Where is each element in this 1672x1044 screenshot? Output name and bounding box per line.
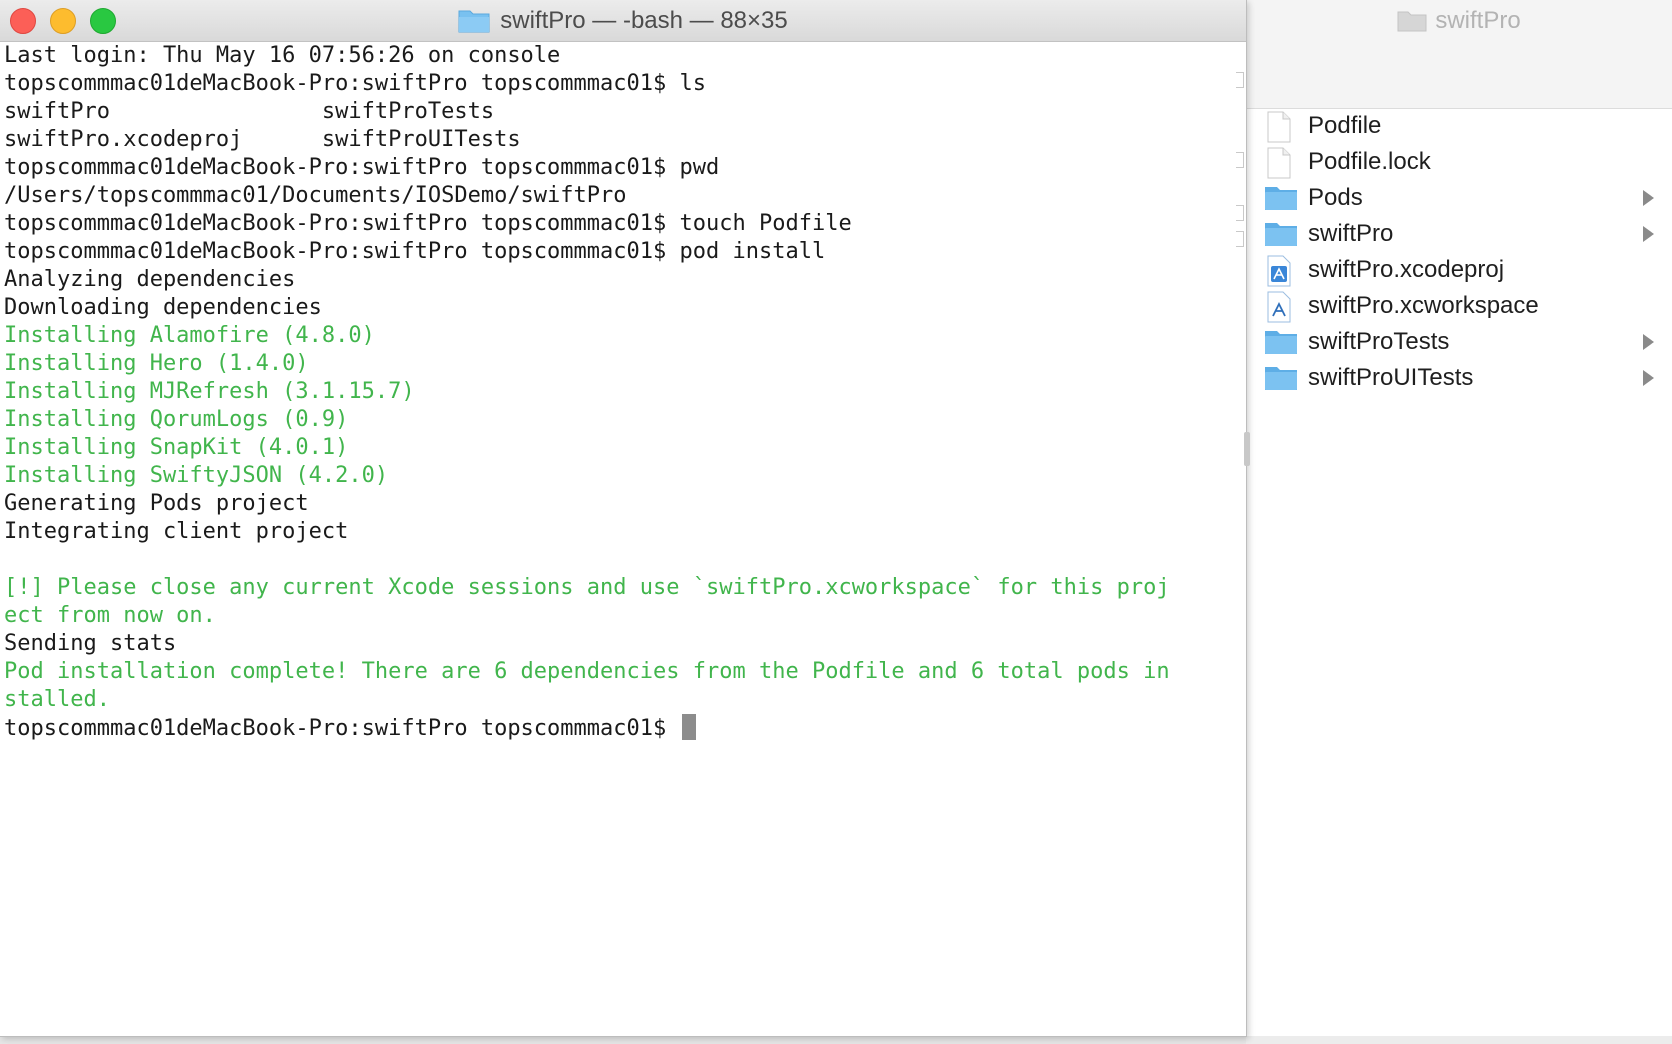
text-cursor: [681, 714, 696, 740]
finder-item[interactable]: swiftPro: [1246, 216, 1672, 252]
finder-item[interactable]: swiftProTests: [1246, 324, 1672, 360]
terminal-prompt: topscommmac01deMacBook-Pro:swiftPro tops…: [4, 716, 680, 741]
document-icon: [1264, 111, 1298, 143]
disclosure-triangle-icon[interactable]: [1643, 334, 1654, 350]
folder-icon: [458, 7, 490, 42]
terminal-marks: [1236, 42, 1246, 1022]
finder-item-name: Pods: [1308, 184, 1363, 211]
finder-item-name: swiftPro.xcworkspace: [1308, 292, 1539, 319]
terminal-line: Installing Hero (1.4.0): [4, 351, 309, 376]
terminal-line: Installing Alamofire (4.8.0): [4, 323, 375, 348]
terminal-prompt-line: topscommmac01deMacBook-Pro:swiftPro tops…: [0, 714, 1240, 742]
terminal-title-text: swiftPro — -bash — 88×35: [500, 7, 788, 34]
mark-bracket: [1236, 205, 1244, 221]
finder-item-name: Podfile.lock: [1308, 148, 1431, 175]
finder-item[interactable]: swiftPro.xcworkspace: [1246, 288, 1672, 324]
terminal-line: topscommmac01deMacBook-Pro:swiftPro tops…: [4, 239, 826, 264]
finder-item-name: swiftPro.xcodeproj: [1308, 256, 1505, 283]
terminal-line: /Users/topscommmac01/Documents/IOSDemo/s…: [4, 183, 627, 208]
terminal-line: topscommmac01deMacBook-Pro:swiftPro tops…: [4, 71, 706, 96]
terminal-output[interactable]: Last login: Thu May 16 07:56:26 on conso…: [0, 42, 1240, 1032]
terminal-line: ect from now on.: [4, 603, 216, 628]
mark-bracket: [1236, 72, 1244, 88]
folder-icon: [1264, 219, 1298, 249]
terminal-line: Sending stats: [4, 631, 177, 656]
terminal-line: Installing SwiftyJSON (4.2.0): [4, 463, 389, 488]
terminal-window: swiftPro — -bash — 88×35 Last login: Thu…: [0, 0, 1250, 1037]
xcodeproj-icon: [1264, 255, 1298, 287]
finder-item-name: swiftProUITests: [1308, 364, 1474, 391]
terminal-line: Installing SnapKit (4.0.1): [4, 435, 349, 460]
finder-title: swiftPro: [1246, 6, 1672, 40]
finder-bottom-bar: [1246, 1036, 1672, 1044]
terminal-line: swiftPro swiftProTests: [4, 99, 495, 124]
terminal-title: swiftPro — -bash — 88×35: [0, 5, 1246, 42]
folder-icon: [1397, 8, 1427, 40]
mark-bracket: [1236, 231, 1244, 247]
terminal-line: Generating Pods project: [4, 491, 309, 516]
disclosure-triangle-icon[interactable]: [1643, 190, 1654, 206]
finder-item[interactable]: swiftProUITests: [1246, 360, 1672, 396]
xcworkspace-icon: [1264, 291, 1298, 323]
split-handle[interactable]: [1244, 432, 1250, 466]
finder-item[interactable]: Podfile.lock: [1246, 144, 1672, 180]
terminal-line: Installing MJRefresh (3.1.15.7): [4, 379, 415, 404]
finder-item[interactable]: Pods: [1246, 180, 1672, 216]
terminal-line: stalled.: [4, 687, 110, 712]
terminal-line: Installing QorumLogs (0.9): [4, 407, 349, 432]
finder-window: swiftPro Podfile Podfile.lock Pods swiftPro…: [1246, 0, 1672, 1044]
finder-item[interactable]: Podfile: [1246, 108, 1672, 144]
terminal-line: topscommmac01deMacBook-Pro:swiftPro tops…: [4, 155, 720, 180]
finder-file-list: Podfile Podfile.lock Pods swiftPro swiftPro.…: [1246, 108, 1672, 396]
terminal-line: [!] Please close any current Xcode sessi…: [4, 575, 1170, 600]
terminal-line: Analyzing dependencies: [4, 267, 296, 292]
finder-title-text: swiftPro: [1435, 7, 1521, 34]
finder-item-name: swiftPro: [1308, 220, 1394, 247]
finder-item-name: swiftProTests: [1308, 328, 1450, 355]
terminal-line: Last login: Thu May 16 07:56:26 on conso…: [4, 43, 561, 68]
disclosure-triangle-icon[interactable]: [1643, 226, 1654, 242]
terminal-line: Downloading dependencies: [4, 295, 322, 320]
terminal-line: swiftPro.xcodeproj swiftProUITests: [4, 127, 521, 152]
terminal-titlebar[interactable]: swiftPro — -bash — 88×35: [0, 0, 1246, 42]
document-icon: [1264, 147, 1298, 179]
terminal-line: Integrating client project: [4, 519, 349, 544]
terminal-line: topscommmac01deMacBook-Pro:swiftPro tops…: [4, 211, 852, 236]
folder-icon: [1264, 327, 1298, 357]
folder-icon: [1264, 183, 1298, 213]
finder-item-name: Podfile: [1308, 112, 1382, 139]
finder-item[interactable]: swiftPro.xcodeproj: [1246, 252, 1672, 288]
finder-titlebar[interactable]: swiftPro: [1246, 0, 1672, 109]
disclosure-triangle-icon[interactable]: [1643, 370, 1654, 386]
terminal-line: Pod installation complete! There are 6 d…: [4, 659, 1170, 684]
mark-bracket: [1236, 152, 1244, 168]
folder-icon: [1264, 363, 1298, 393]
